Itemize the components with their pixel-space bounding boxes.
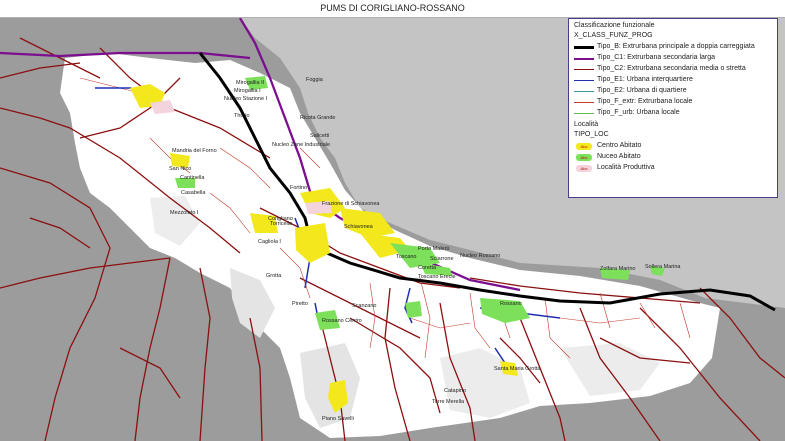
legend-section-title: Classificazione funzionale <box>574 22 655 29</box>
legend-road-class: Tipo_C2: Extrurbana secondaria media o s… <box>574 64 772 75</box>
place-label: Mirogallia II <box>236 80 265 86</box>
place-label: Coretta <box>418 265 437 271</box>
map-window: PUMS DI CORIGLIANO-ROSSANO Foggia Miroga… <box>0 0 785 441</box>
place-label: Zolfara Marino <box>600 266 636 272</box>
place-label: Grotta <box>266 273 282 279</box>
legend-road-class: Tipo_E1: Urbana interquartiere <box>574 75 772 86</box>
legend-road-label: Tipo_F_urb: Urbana locale <box>597 109 680 117</box>
legend-section-title: Località <box>574 121 599 128</box>
place-label: Fortino <box>290 185 308 191</box>
place-label: Mirogallia I <box>234 88 261 94</box>
legend-line-symbol <box>574 102 594 103</box>
legend-line-symbol <box>574 69 594 70</box>
legend-road-class: Tipo_B: Extrurbana principale a doppia c… <box>574 42 772 53</box>
place-label: Thurio <box>234 113 250 119</box>
place-label: Salicetti <box>310 133 330 139</box>
place-label: Schiavonea <box>344 224 373 230</box>
place-label: Scanzano <box>352 303 377 309</box>
place-label: Santa Maria Grotta <box>494 366 541 372</box>
legend-area-symbol: Abc <box>576 143 592 150</box>
legend-road-class: Tipo_F_urb: Urbana locale <box>574 108 772 119</box>
map-title: PUMS DI CORIGLIANO-ROSSANO <box>0 0 785 18</box>
legend-locality-label: Centro Abitato <box>597 142 642 150</box>
place-label: Sciarrone <box>430 256 454 262</box>
place-label: Sollera Marina <box>645 264 681 270</box>
map-canvas[interactable]: Foggia Mirogallia II Mirogallia I Nucleo… <box>0 18 785 441</box>
legend-line-symbol <box>574 113 594 114</box>
place-label: Cagliola I <box>258 239 281 245</box>
place-label: Toscano <box>396 254 417 260</box>
legend-locality-type: Abc Centro Abitato <box>574 141 772 152</box>
legend-line-symbol <box>574 57 594 60</box>
legend-road-label: Tipo_C2: Extrurbana secondaria media o s… <box>597 65 746 73</box>
place-label: Ricota Grande <box>300 115 336 121</box>
place-label: Nucleo Zone Industriale <box>272 142 331 148</box>
map-legend: Classificazione funzionale X_CLASS_FUNZ_… <box>568 18 778 198</box>
place-label: Mezzofato I <box>170 210 199 216</box>
place-label: Torre Merella <box>432 399 465 405</box>
legend-locality-type: Abc Nuceo Abitato <box>574 152 772 163</box>
legend-road-label: Tipo_C1: Extrurbana secondaria larga <box>597 54 716 62</box>
place-label: Nucleo Rossano <box>460 253 501 259</box>
legend-locality-type: Abc Località Produttiva <box>574 163 772 174</box>
place-label: Piano Savelli <box>322 416 354 422</box>
legend-line-symbol <box>574 91 594 92</box>
place-label: Rossano <box>500 301 522 307</box>
legend-road-label: Tipo_E2: Urbana di quartiere <box>597 87 687 95</box>
legend-area-symbol: Abc <box>576 154 592 161</box>
legend-road-class: Tipo_C1: Extrurbana secondaria larga <box>574 53 772 64</box>
place-label: San Nico <box>169 166 192 172</box>
legend-field-name: TIPO_LOC <box>574 131 609 138</box>
place-label: Frazione di Schiavonea <box>322 201 380 207</box>
legend-road-label: Tipo_F_extr: Extrurbana locale <box>597 98 693 106</box>
place-label: Nucleo Stazione I <box>224 96 268 102</box>
legend-field-name: X_CLASS_FUNZ_PROG <box>574 32 653 39</box>
place-label: Catapino <box>444 388 467 394</box>
place-label: Cantinella <box>180 175 205 181</box>
legend-road-class: Tipo_E2: Urbana di quartiere <box>574 86 772 97</box>
place-label: Casabella <box>181 190 206 196</box>
legend-locality-label: Nuceo Abitato <box>597 153 641 161</box>
legend-locality-label: Località Produttiva <box>597 164 655 172</box>
place-label: Porto Malerù <box>418 246 450 252</box>
legend-line-symbol <box>574 80 594 81</box>
legend-line-symbol <box>574 46 594 49</box>
legend-road-label: Tipo_E1: Urbana interquartiere <box>597 76 693 84</box>
place-label: Toscano Erecle <box>418 274 456 280</box>
place-label: Foggia <box>306 77 323 83</box>
place-label: Piretto <box>292 301 308 307</box>
legend-area-symbol: Abc <box>576 165 592 172</box>
legend-road-label: Tipo_B: Extrurbana principale a doppia c… <box>597 43 755 51</box>
legend-road-class: Tipo_F_extr: Extrurbana locale <box>574 97 772 108</box>
place-label: Rossano Centro <box>322 318 362 324</box>
place-label: Mandria del Forno <box>172 148 217 154</box>
place-label: Torricella <box>270 221 293 227</box>
